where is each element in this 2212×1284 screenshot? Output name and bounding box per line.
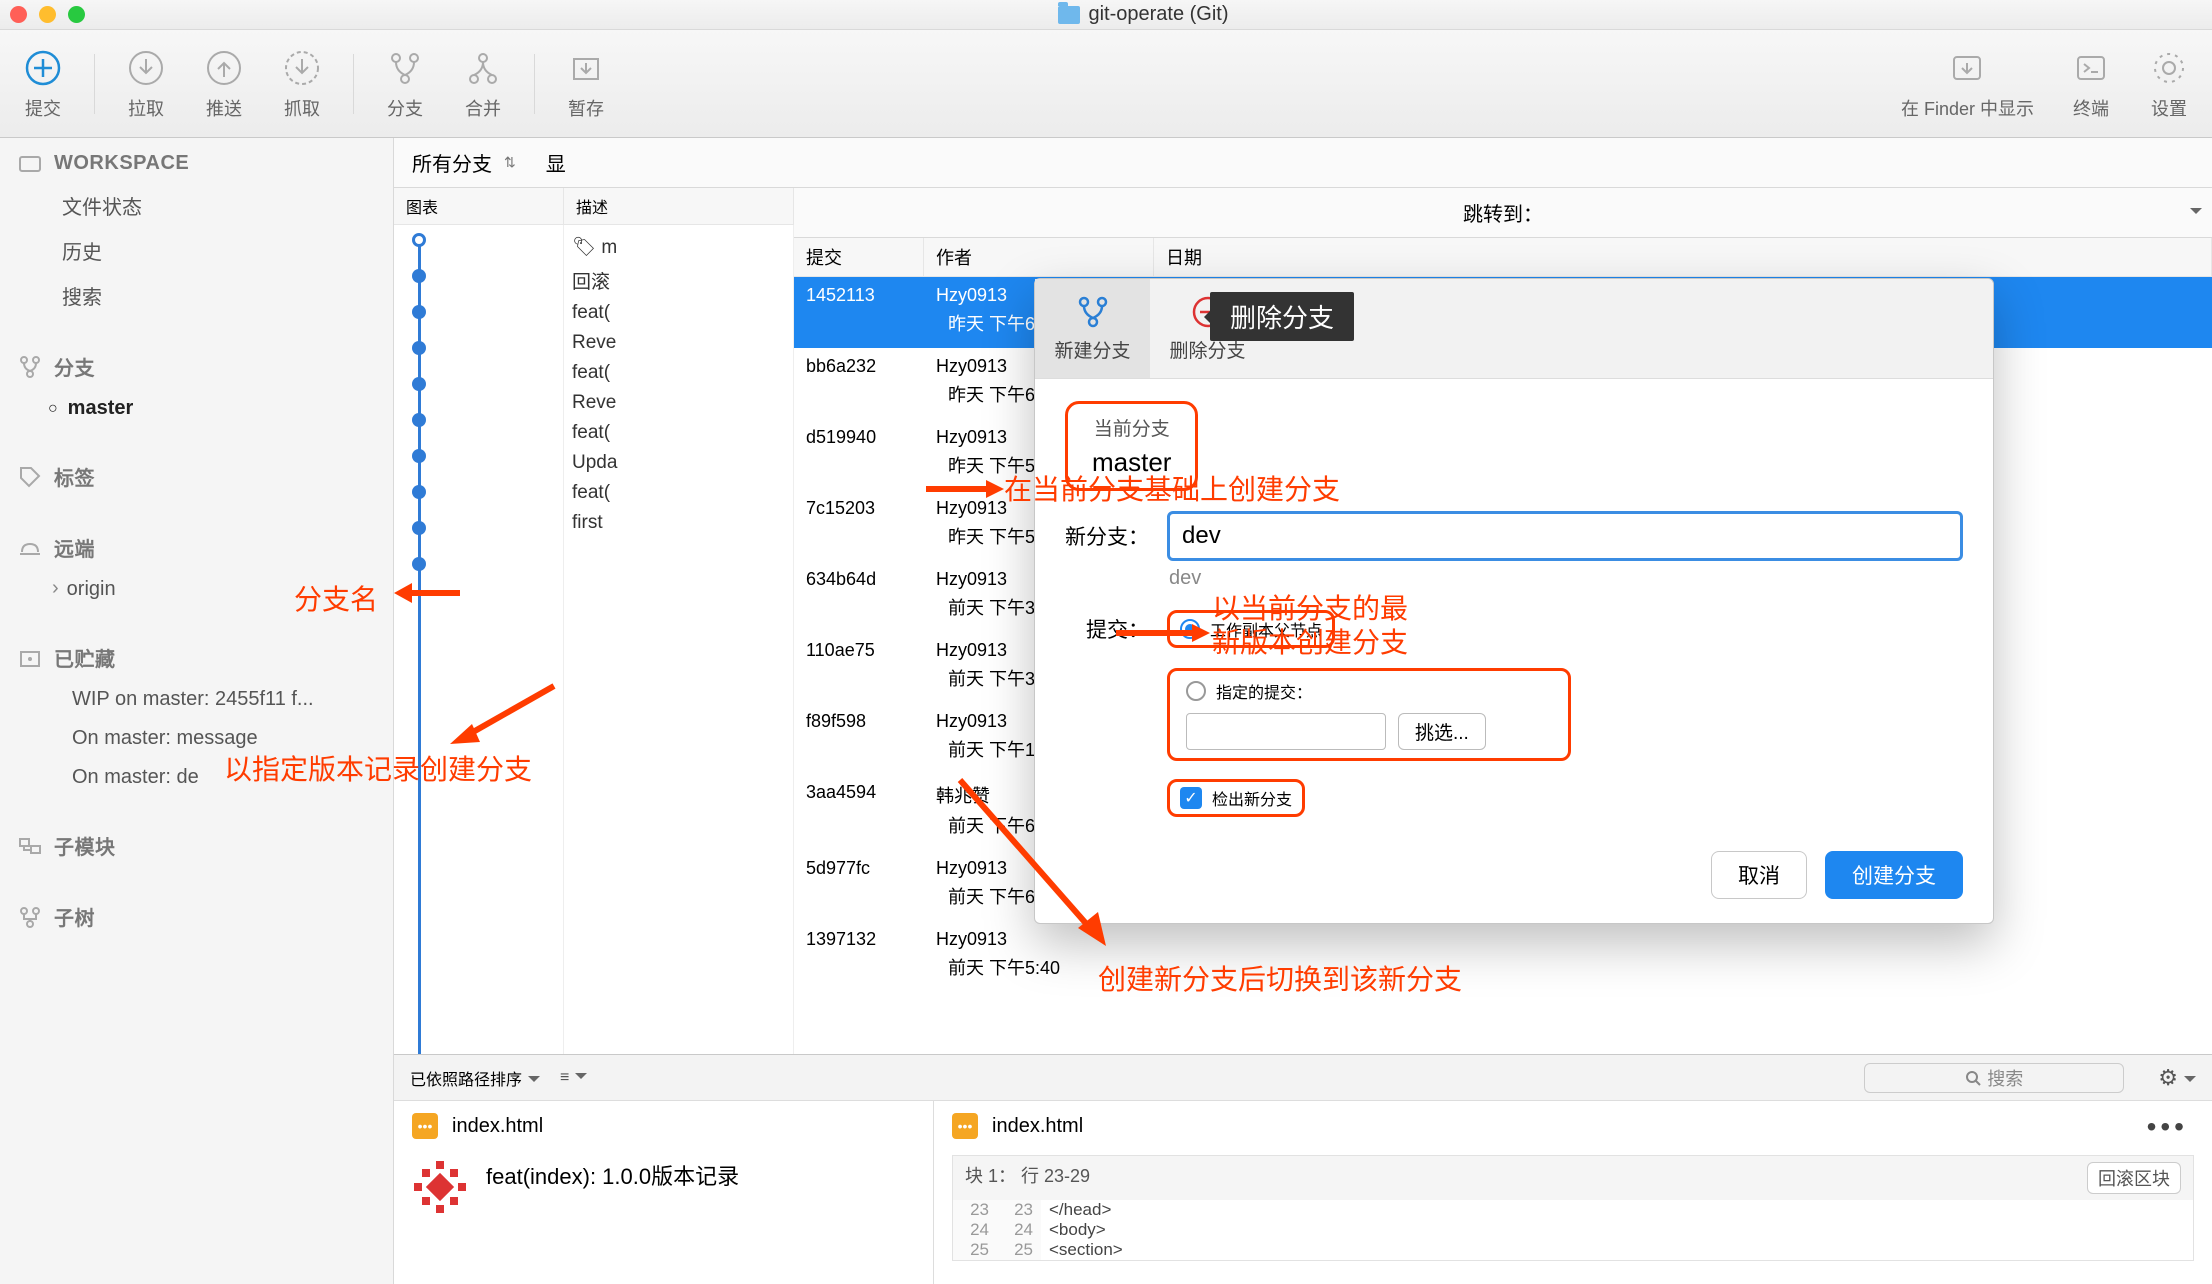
search-input[interactable]: 搜索: [1864, 1063, 2124, 1093]
folder-icon: [1058, 6, 1080, 24]
show-in-finder-button[interactable]: 在 Finder 中显示: [1891, 43, 2044, 125]
tab-new-branch[interactable]: 新建分支: [1035, 279, 1150, 378]
toolbar: 提交 拉取 推送 抓取 分支 合并 暂存 在 Finder 中显示 终端 设置: [0, 30, 2212, 138]
pick-commit-button[interactable]: 挑选...: [1398, 713, 1486, 750]
radio-specified[interactable]: [1186, 681, 1206, 701]
minimize-window-button[interactable]: [39, 6, 56, 23]
commit-row[interactable]: 1397132Hzy0913 前天 下午5:40: [794, 921, 2212, 992]
titlebar: git-operate (Git): [0, 0, 2212, 30]
stash-item[interactable]: On master: de: [0, 758, 393, 797]
sidebar-file-status[interactable]: 文件状态: [0, 183, 393, 228]
window-title: git-operate (Git): [1088, 3, 1228, 26]
checkbox-icon: ✓: [1180, 787, 1202, 809]
settings-button[interactable]: 设置: [2138, 43, 2200, 125]
branch-master[interactable]: master: [0, 389, 393, 428]
cancel-button[interactable]: 取消: [1711, 851, 1807, 899]
pull-button[interactable]: 拉取: [115, 43, 177, 125]
commit-desc[interactable]: 🏷 m: [564, 231, 793, 263]
commit-message: feat(index): 1.0.0版本记录: [486, 1159, 739, 1191]
commit-desc-list: 🏷 m 回滚 feat( Reve feat( Reve feat( Upda …: [564, 225, 794, 1054]
push-button[interactable]: 推送: [193, 43, 255, 125]
revert-hunk-button[interactable]: 回滚区块: [2087, 1162, 2181, 1194]
search-icon: [1965, 1070, 1981, 1086]
current-branch-name: master: [1092, 447, 1171, 478]
submodules-header[interactable]: 子模块: [0, 817, 393, 868]
merge-button[interactable]: 合并: [452, 43, 514, 125]
details-pane: 已依照路径排序 ≡ 搜索 ⚙ •••index.html feat(index)…: [394, 1054, 2212, 1284]
col-desc: 描述: [564, 188, 794, 224]
subtrees-header[interactable]: 子树: [0, 888, 393, 939]
commit-desc[interactable]: 回滚: [564, 263, 793, 298]
specified-commit-box: 指定的提交： 挑选...: [1167, 668, 1571, 761]
gear-icon[interactable]: ⚙: [2158, 1065, 2196, 1091]
commit-desc[interactable]: feat(: [564, 298, 793, 328]
commit-desc[interactable]: Upda: [564, 448, 793, 478]
stash-button[interactable]: 暂存: [555, 43, 617, 125]
view-mode-dropdown[interactable]: ≡: [560, 1069, 587, 1087]
hunk-label: 块 1： 行 23-29: [965, 1162, 1090, 1194]
sidebar-history[interactable]: 历史: [0, 228, 393, 273]
col-commit: 提交: [794, 238, 924, 276]
close-window-button[interactable]: [10, 6, 27, 23]
file-modified-icon: •••: [412, 1113, 438, 1139]
commit-desc[interactable]: Reve: [564, 328, 793, 358]
col-date: 日期: [1154, 238, 2212, 276]
commit-desc[interactable]: feat(: [564, 418, 793, 448]
remote-origin[interactable]: origin: [0, 570, 393, 609]
create-branch-button[interactable]: 创建分支: [1825, 851, 1963, 899]
checkout-new-branch-checkbox[interactable]: ✓ 检出新分支: [1167, 779, 1305, 817]
commit-graph: [394, 225, 564, 1054]
window-controls: [10, 6, 85, 23]
sort-dropdown[interactable]: 已依照路径排序: [410, 1066, 540, 1090]
specified-commit-input[interactable]: [1186, 713, 1386, 750]
commit-desc[interactable]: Reve: [564, 388, 793, 418]
commit-button[interactable]: 提交: [12, 43, 74, 125]
stash-item[interactable]: WIP on master: 2455f11 f...: [0, 680, 393, 719]
terminal-button[interactable]: 终端: [2060, 43, 2122, 125]
commit-desc[interactable]: feat(: [564, 358, 793, 388]
avatar-icon: [412, 1159, 468, 1215]
remotes-header[interactable]: 远端: [0, 519, 393, 570]
current-branch-box: 当前分支 master: [1065, 401, 1198, 491]
file-modified-icon: •••: [952, 1113, 978, 1139]
main-area: 所有分支 显 图表 描述: [394, 138, 2212, 1284]
commit-desc[interactable]: first: [564, 508, 793, 538]
branch-button[interactable]: 分支: [374, 43, 436, 125]
sidebar-search[interactable]: 搜索: [0, 273, 393, 318]
commit-desc[interactable]: feat(: [564, 478, 793, 508]
branches-header[interactable]: 分支: [0, 338, 393, 389]
fetch-button[interactable]: 抓取: [271, 43, 333, 125]
col-graph: 图表: [394, 188, 564, 224]
radio-working-copy[interactable]: 工作副本父节点: [1167, 610, 1335, 648]
file-item-right[interactable]: •••index.html: [952, 1113, 2194, 1139]
col-author: 作者: [924, 238, 1154, 276]
commit-label: 提交：: [1065, 614, 1149, 644]
current-branch-label: 当前分支: [1094, 414, 1170, 441]
workspace-header[interactable]: WORKSPACE: [0, 138, 393, 183]
radio-icon: [1180, 619, 1200, 639]
delete-branch-tooltip: 删除分支: [1210, 292, 1354, 341]
more-icon[interactable]: •••: [2147, 1111, 2188, 1143]
branch-dialog: 新建分支 删除分支 当前分支 master 新分支：: [1034, 278, 1994, 924]
zoom-window-button[interactable]: [68, 6, 85, 23]
stashed-header[interactable]: 已贮藏: [0, 629, 393, 680]
branch-name-hint: dev: [1169, 567, 1963, 590]
file-item[interactable]: •••index.html: [412, 1113, 915, 1139]
new-branch-label: 新分支：: [1065, 521, 1149, 551]
display-filter[interactable]: 显: [546, 148, 566, 177]
sidebar: WORKSPACE 文件状态 历史 搜索 分支 master 标签 远端 ori…: [0, 138, 394, 1284]
tags-header[interactable]: 标签: [0, 448, 393, 499]
branch-filter[interactable]: 所有分支: [412, 148, 516, 177]
new-branch-input[interactable]: [1167, 511, 1963, 561]
jump-to-field[interactable]: 跳转到：: [794, 188, 2212, 238]
stash-item[interactable]: On master: message: [0, 719, 393, 758]
